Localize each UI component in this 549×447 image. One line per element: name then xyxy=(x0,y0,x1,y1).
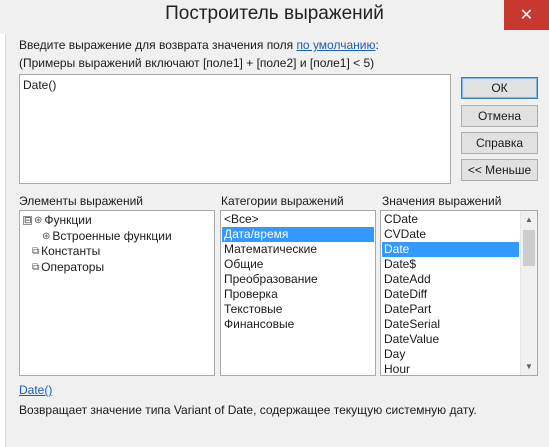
prompt-line-2: (Примеры выражений включают [поле1] + [п… xyxy=(19,56,375,70)
scroll-thumb[interactable] xyxy=(523,230,535,266)
category-item-inspection[interactable]: Проверка xyxy=(222,287,374,302)
title-bar: Построитель выражений ✕ xyxy=(0,0,549,34)
tree-item-label: Операторы xyxy=(41,260,105,274)
values-scrollbar[interactable]: ▲ ▼ xyxy=(520,211,537,375)
prompt-colon: : xyxy=(375,38,379,52)
categories-label: Категории выражений xyxy=(221,194,344,208)
expression-value[interactable]: Date() xyxy=(23,78,56,92)
prompt-text: Введите выражение для возврата значения … xyxy=(19,38,297,52)
function-icon: ⊛ xyxy=(42,230,51,242)
tree-item-label: Константы xyxy=(41,244,101,258)
scroll-down-icon[interactable]: ▼ xyxy=(521,358,537,375)
collapse-icon[interactable]: ⊟ xyxy=(23,215,32,225)
default-value-link[interactable]: по умолчанию xyxy=(296,38,375,52)
categories-list[interactable]: <Все> Дата/время Математические Общие Пр… xyxy=(220,210,376,376)
value-item[interactable]: CDate xyxy=(382,212,519,227)
close-icon: ✕ xyxy=(519,7,534,24)
cancel-button[interactable]: Отмена xyxy=(461,105,538,127)
value-item[interactable]: DatePart xyxy=(382,302,519,317)
category-item-conversion[interactable]: Преобразование xyxy=(222,272,374,287)
ok-button[interactable]: ОК xyxy=(461,77,538,99)
values-list[interactable]: CDate CVDate Date Date$ DateAdd DateDiff… xyxy=(380,210,538,376)
window-title: Построитель выражений xyxy=(165,3,384,24)
elements-label: Элементы выражений xyxy=(19,194,143,208)
value-item[interactable]: Hour xyxy=(382,362,519,375)
value-item[interactable]: CVDate xyxy=(382,227,519,242)
prompt-line-1: Введите выражение для возврата значения … xyxy=(19,38,379,52)
description-link[interactable]: Date() xyxy=(19,383,52,397)
category-item-general[interactable]: Общие xyxy=(222,257,374,272)
help-button[interactable]: Справка xyxy=(461,132,538,154)
value-item[interactable]: DateDiff xyxy=(382,287,519,302)
description-text: Возвращает значение типа Variant of Date… xyxy=(19,403,477,417)
elements-tree[interactable]: ⊟ ⊛ Функции ⊛ Встроенные функции ⧉ Конст… xyxy=(19,210,215,376)
category-item-all[interactable]: <Все> xyxy=(222,212,374,227)
category-item-text[interactable]: Текстовые xyxy=(222,302,374,317)
less-button[interactable]: << Меньше xyxy=(461,159,538,181)
value-item[interactable]: Day xyxy=(382,347,519,362)
category-item-datetime[interactable]: Дата/время xyxy=(222,227,374,242)
tree-item-functions[interactable]: ⊟ ⊛ Функции xyxy=(23,213,92,227)
folder-open-icon: ⊛ xyxy=(34,214,43,226)
value-item-selected[interactable]: Date xyxy=(382,242,519,257)
category-item-math[interactable]: Математические xyxy=(222,242,374,257)
expression-input[interactable]: Date() xyxy=(19,74,451,184)
operators-icon: ⧉ xyxy=(32,261,40,273)
constants-icon: ⧉ xyxy=(32,245,40,257)
value-item[interactable]: DateSerial xyxy=(382,317,519,332)
tree-item-operators[interactable]: ⧉ Операторы xyxy=(32,260,104,274)
tree-item-constants[interactable]: ⧉ Константы xyxy=(32,244,100,258)
value-item[interactable]: DateAdd xyxy=(382,272,519,287)
scroll-up-icon[interactable]: ▲ xyxy=(521,211,537,228)
category-item-financial[interactable]: Финансовые xyxy=(222,317,374,332)
background-window-edge xyxy=(0,34,6,447)
tree-item-label: Функции xyxy=(44,213,92,227)
tree-item-builtin-functions[interactable]: ⊛ Встроенные функции xyxy=(42,229,172,243)
values-label: Значения выражений xyxy=(382,194,502,208)
close-button[interactable]: ✕ xyxy=(504,0,549,30)
value-item[interactable]: DateValue xyxy=(382,332,519,347)
value-item[interactable]: Date$ xyxy=(382,257,519,272)
tree-item-label: Встроенные функции xyxy=(52,229,172,243)
